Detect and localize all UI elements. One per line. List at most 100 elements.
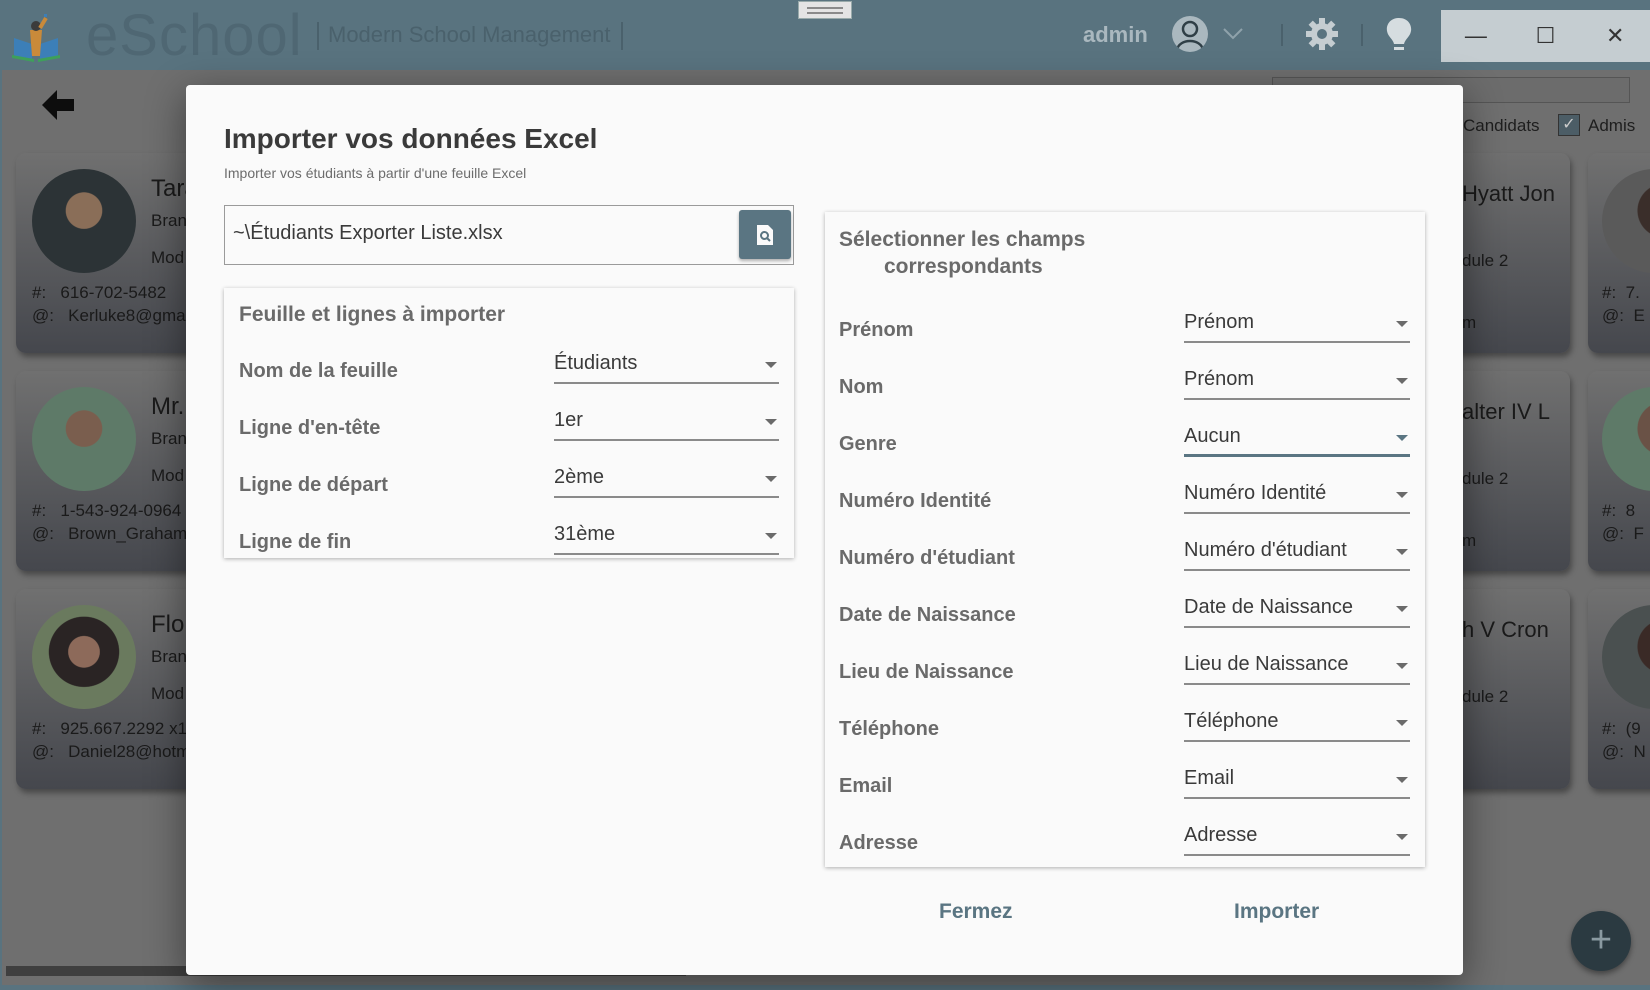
mapping-field-select[interactable]: Numéro Identité bbox=[1184, 480, 1410, 514]
mapping-field-label: Adresse bbox=[839, 832, 918, 854]
student-module: dule 2 bbox=[1462, 687, 1509, 706]
phone-label: #: bbox=[1602, 719, 1617, 738]
header-row-label: Ligne d'en-tête bbox=[239, 417, 381, 439]
student-phone: #: 7. bbox=[1602, 283, 1640, 303]
student-module: dule 2 bbox=[1462, 469, 1509, 488]
phone-value: 8 bbox=[1625, 501, 1636, 520]
mapping-field-value: Prénom bbox=[1184, 368, 1255, 390]
student-email: @: F bbox=[1602, 524, 1644, 544]
dropdown-caret-icon bbox=[765, 419, 777, 425]
end-row-select[interactable]: 31ème bbox=[554, 521, 779, 555]
sheet-panel-title: Feuille et lignes à importer bbox=[239, 303, 506, 326]
user-menu-chevron-icon[interactable] bbox=[1222, 24, 1244, 47]
mapping-field-select[interactable]: Date de Naissance bbox=[1184, 594, 1410, 628]
mapping-panel-title: Sélectionner les champs bbox=[839, 228, 1086, 251]
mapping-field-select[interactable]: Email bbox=[1184, 765, 1410, 799]
student-phone: #: 8 bbox=[1602, 501, 1635, 521]
file-search-icon bbox=[757, 224, 773, 245]
end-row-label: Ligne de fin bbox=[239, 531, 352, 553]
mapping-panel-title-line2: correspondants bbox=[884, 255, 1043, 278]
dropdown-caret-icon bbox=[1396, 435, 1408, 441]
mapping-field-select[interactable]: Prénom bbox=[1184, 309, 1410, 343]
filter-candidats-label[interactable]: Candidats bbox=[1463, 116, 1540, 136]
sheet-name-label: Nom de la feuille bbox=[239, 360, 398, 382]
eschool-logo-icon bbox=[12, 14, 60, 62]
phone-label: #: bbox=[1602, 283, 1617, 302]
start-row-label: Ligne de départ bbox=[239, 474, 388, 496]
lightbulb-icon[interactable] bbox=[1384, 16, 1414, 54]
file-path-input[interactable]: ~\Étudiants Exporter Liste.xlsx bbox=[224, 205, 794, 265]
mapping-field-label: Téléphone bbox=[839, 718, 940, 740]
mapping-field-select[interactable]: Numéro d'étudiant bbox=[1184, 537, 1410, 571]
student-email: @: Kerluke8@gmai bbox=[32, 306, 189, 326]
mapping-field-select[interactable]: Adresse bbox=[1184, 822, 1410, 856]
app-brand: eSchool bbox=[86, 3, 303, 68]
phone-value: 1-543-924-0964 bbox=[60, 501, 182, 520]
student-phone: #: 616-702-5482 bbox=[32, 283, 166, 303]
student-email: @: E bbox=[1602, 306, 1645, 326]
dropdown-caret-icon bbox=[765, 533, 777, 539]
phone-value: 616-702-5482 bbox=[60, 283, 167, 302]
user-avatar-icon[interactable] bbox=[1172, 16, 1208, 52]
student-card[interactable]: #: 8 @: F bbox=[1588, 371, 1650, 571]
dropdown-caret-icon bbox=[765, 476, 777, 482]
student-email: m bbox=[1462, 313, 1477, 332]
mapping-field-select[interactable]: Prénom bbox=[1184, 366, 1410, 400]
student-photo bbox=[32, 387, 136, 491]
sheet-name-value: Étudiants bbox=[554, 352, 638, 374]
student-branch: Bran bbox=[151, 647, 187, 666]
dropdown-caret-icon bbox=[1396, 549, 1408, 555]
student-card[interactable]: #: 7. @: E bbox=[1588, 153, 1650, 353]
close-dialog-button[interactable]: Fermez bbox=[939, 900, 1013, 924]
start-row-value: 2ème bbox=[554, 466, 605, 488]
phone-label: #: bbox=[32, 501, 47, 520]
student-branch: Bran bbox=[151, 429, 187, 448]
email-label: @: bbox=[32, 742, 54, 761]
maximize-button[interactable]: ☐ bbox=[1511, 10, 1581, 62]
sheet-name-select[interactable]: Étudiants bbox=[554, 350, 779, 384]
email-label: @: bbox=[1602, 524, 1624, 543]
student-module: Mod bbox=[151, 684, 185, 703]
header-row-select[interactable]: 1er bbox=[554, 407, 779, 441]
mapping-field-label: Genre bbox=[839, 433, 897, 455]
back-arrow-icon[interactable] bbox=[40, 88, 76, 124]
phone-label: #: bbox=[32, 283, 47, 302]
start-row-select[interactable]: 2ème bbox=[554, 464, 779, 498]
filter-admis-checkbox[interactable]: ✓ bbox=[1558, 114, 1580, 136]
file-path-value: ~\Étudiants Exporter Liste.xlsx bbox=[233, 222, 503, 244]
email-value: Kerluke8@gmai bbox=[68, 306, 190, 325]
dropdown-caret-icon bbox=[765, 362, 777, 368]
window-edge bbox=[0, 985, 1650, 990]
drag-handle[interactable] bbox=[798, 1, 852, 19]
settings-gear-icon[interactable] bbox=[1304, 16, 1340, 52]
dropdown-caret-icon bbox=[1396, 492, 1408, 498]
mapping-field-select[interactable]: Lieu de Naissance bbox=[1184, 651, 1410, 685]
dropdown-caret-icon bbox=[1396, 777, 1408, 783]
toolbar-divider bbox=[1281, 24, 1283, 46]
mapping-field-label: Email bbox=[839, 775, 893, 797]
mapping-field-value: Aucun bbox=[1184, 425, 1241, 447]
import-button[interactable]: Importer bbox=[1234, 900, 1319, 924]
close-window-button[interactable]: ✕ bbox=[1580, 10, 1650, 62]
mapping-field-select[interactable]: Téléphone bbox=[1184, 708, 1410, 742]
filter-admis-label[interactable]: Admis bbox=[1588, 116, 1635, 136]
student-photo bbox=[1602, 169, 1650, 273]
student-card[interactable]: #: (9 @: N bbox=[1588, 589, 1650, 789]
email-label: @: bbox=[32, 306, 54, 325]
minimize-button[interactable]: — bbox=[1441, 10, 1511, 62]
dropdown-caret-icon bbox=[1396, 834, 1408, 840]
student-email: @: Daniel28@hotm bbox=[32, 742, 190, 762]
browse-file-button[interactable] bbox=[739, 210, 791, 259]
student-email: @: Brown_Graham1 bbox=[32, 524, 197, 544]
title-bar: eSchool Modern School Management admin —… bbox=[0, 0, 1650, 70]
phone-value: 925.667.2292 x1 bbox=[60, 719, 188, 738]
tagline-divider bbox=[317, 22, 319, 50]
email-label: @: bbox=[1602, 742, 1624, 761]
dropdown-caret-icon bbox=[1396, 378, 1408, 384]
username-label: admin bbox=[1083, 22, 1148, 47]
add-student-button[interactable]: + bbox=[1571, 911, 1631, 971]
mapping-field-select[interactable]: Aucun bbox=[1184, 423, 1410, 457]
email-label: @: bbox=[1602, 306, 1624, 325]
window-edge bbox=[0, 70, 2, 990]
student-phone: #: 925.667.2292 x1 bbox=[32, 719, 187, 739]
